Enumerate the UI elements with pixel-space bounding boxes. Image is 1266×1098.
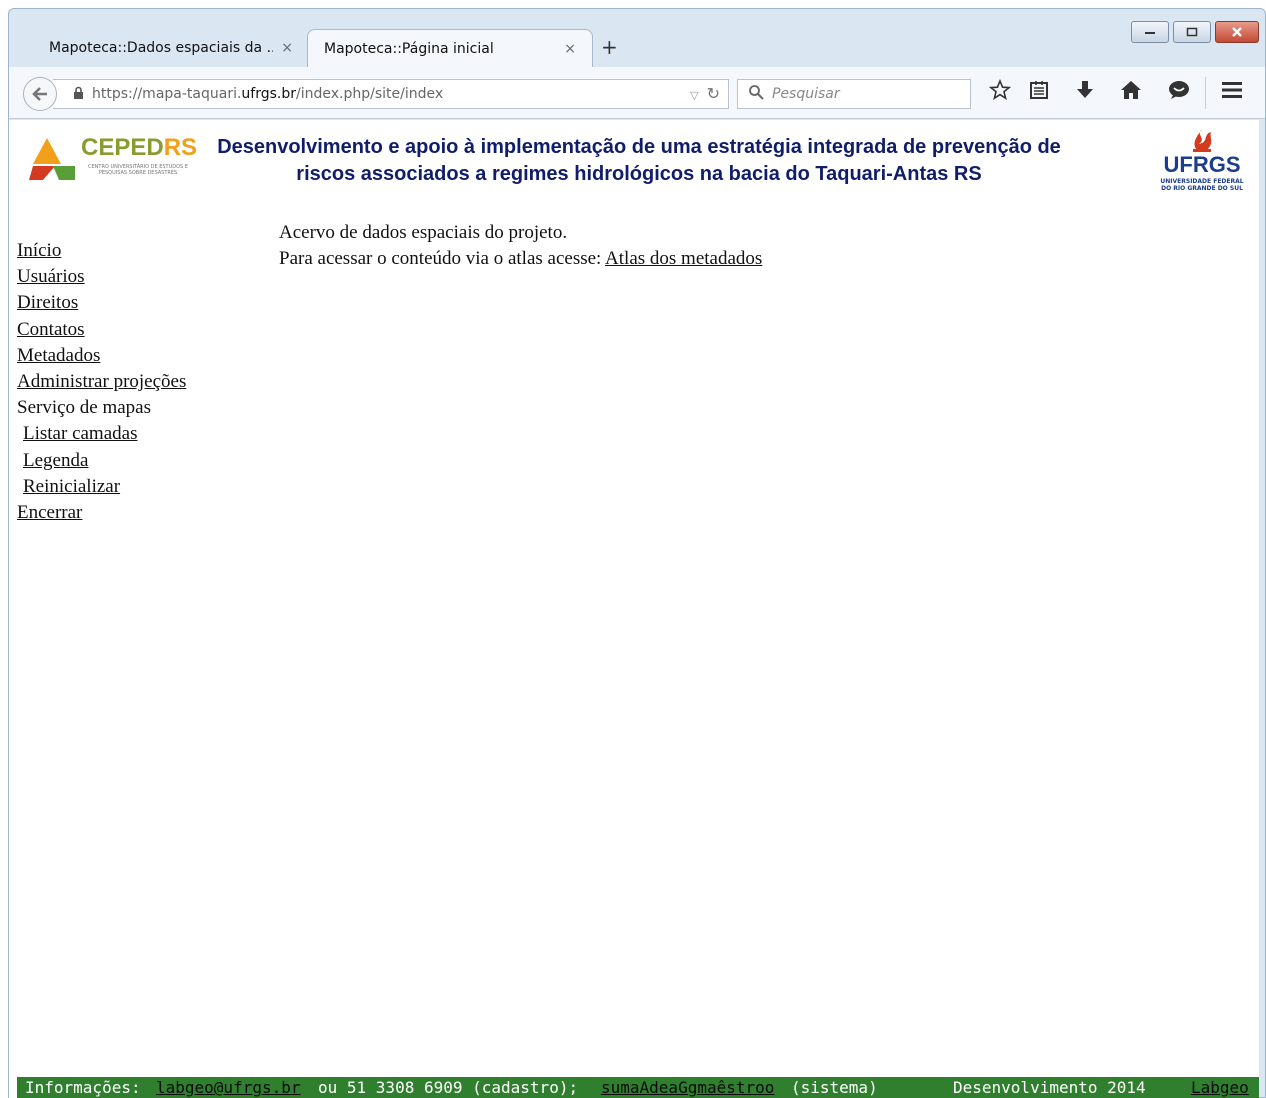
sidebar-heading-servico-de-mapas: Serviço de mapas xyxy=(17,397,152,419)
home-icon[interactable] xyxy=(1120,80,1142,105)
close-window-button[interactable] xyxy=(1215,21,1259,43)
footer-info-label: Informações: xyxy=(25,1078,141,1097)
atlas-link[interactable]: Atlas dos metadados xyxy=(605,248,762,269)
tab-strip: Mapoteca::Dados espaciais da ... × Mapot… xyxy=(9,9,1265,67)
url-host: ufrgs.br xyxy=(241,86,297,102)
flame-icon xyxy=(1193,129,1212,152)
maximize-button[interactable] xyxy=(1173,21,1211,43)
tab-label: Mapoteca::Página inicial xyxy=(324,40,494,57)
close-icon xyxy=(1232,27,1242,37)
footer-phone: ou 51 3308 6909 (cadastro); xyxy=(318,1078,579,1097)
new-tab-button[interactable]: + xyxy=(601,35,618,59)
url-prefix: https://mapa-taquari. xyxy=(92,86,242,102)
page-title: Desenvolvimento e apoio à implementação … xyxy=(189,134,1089,188)
cepedrs-logo: CEPEDRS CENTRO UNIVERSITÁRIO DE ESTUDOS … xyxy=(29,130,197,186)
maximize-icon xyxy=(1186,27,1198,37)
tab-pagina-inicial[interactable]: Mapoteca::Página inicial × xyxy=(307,29,593,67)
search-box[interactable]: Pesquisar xyxy=(737,79,971,109)
sidebar-item-inicio[interactable]: Início xyxy=(17,238,186,264)
close-icon[interactable]: × xyxy=(281,40,293,56)
download-icon[interactable] xyxy=(1075,80,1095,105)
search-icon xyxy=(748,84,764,104)
sidebar-item-direitos[interactable]: Direitos xyxy=(17,290,186,316)
reading-list-icon[interactable] xyxy=(1029,80,1049,105)
footer-sistema: (sistema) xyxy=(791,1078,878,1097)
chat-icon[interactable] xyxy=(1168,80,1190,105)
ufrgs-subtitle: UNIVERSIDADE FEDERAL DO RIO GRANDE DO SU… xyxy=(1160,178,1244,192)
minimize-button[interactable] xyxy=(1131,21,1169,43)
page-content: CEPEDRS CENTRO UNIVERSITÁRIO DE ESTUDOS … xyxy=(9,120,1259,1098)
browser-window: Mapoteca::Dados espaciais da ... × Mapot… xyxy=(8,8,1266,1098)
sidebar-item-encerrar[interactable]: Encerrar xyxy=(17,500,186,526)
intro-text: Acervo de dados espaciais do projeto. xyxy=(279,222,568,243)
footer-email-labgeo[interactable]: labgeo@ufrgs.br xyxy=(156,1078,301,1097)
menu-icon[interactable] xyxy=(1221,81,1243,104)
sidebar-item-legenda[interactable]: Legenda xyxy=(17,448,186,474)
back-button[interactable] xyxy=(23,77,57,111)
lock-icon xyxy=(73,86,84,103)
tab-dados-espaciais[interactable]: Mapoteca::Dados espaciais da ... × xyxy=(19,29,309,67)
title-line-2: riscos associados a regimes hidrológicos… xyxy=(296,163,982,185)
atlas-line: Para acessar o conteúdo via o atlas aces… xyxy=(279,246,762,272)
sidebar-item-reinicializar[interactable]: Reinicializar xyxy=(17,474,186,500)
title-line-1: Desenvolvimento e apoio à implementação … xyxy=(217,136,1061,158)
sidebar-menu: Início Usuários Direitos Contatos Metada… xyxy=(17,238,186,526)
url-bar[interactable]: https://mapa-taquari. ufrgs.br/index.php/… xyxy=(53,79,729,109)
nav-toolbar: https://mapa-taquari. ufrgs.br/index.php/… xyxy=(9,67,1265,119)
cepedrs-subtitle: CENTRO UNIVERSITÁRIO DE ESTUDOS E PESQUI… xyxy=(88,164,188,176)
sidebar-item-metadados[interactable]: Metadados xyxy=(17,343,186,369)
tab-label: Mapoteca::Dados espaciais da ... xyxy=(49,40,274,56)
back-arrow-icon xyxy=(32,87,47,101)
footer-email-sistema[interactable]: sumaAdeaGgmaêstroo xyxy=(601,1078,774,1097)
reload-icon[interactable]: ↻ xyxy=(707,84,720,103)
sidebar-item-contatos[interactable]: Contatos xyxy=(17,317,186,343)
star-icon[interactable] xyxy=(988,78,1012,106)
url-path: /index.php/site/index xyxy=(296,86,444,102)
sidebar-item-listar-camadas[interactable]: Listar camadas xyxy=(17,421,186,447)
main-content: Acervo de dados espaciais do projeto. Pa… xyxy=(279,220,762,272)
dropdown-icon[interactable]: ▽ xyxy=(690,89,698,102)
atlas-prefix: Para acessar o conteúdo via o atlas aces… xyxy=(279,248,606,269)
url-actions: ▽ ↻ xyxy=(690,84,720,103)
search-placeholder: Pesquisar xyxy=(772,86,840,102)
footer-development: Desenvolvimento 2014 xyxy=(953,1078,1146,1097)
toolbar-divider xyxy=(1205,77,1206,109)
close-icon[interactable]: × xyxy=(564,41,576,57)
ufrgs-logo: UFRGS UNIVERSIDADE FEDERAL DO RIO GRANDE… xyxy=(1154,128,1250,194)
cepedrs-wordmark: CEPEDRS xyxy=(81,134,198,161)
cepedrs-logo-mark xyxy=(29,138,75,180)
sidebar-item-administrar-projecoes[interactable]: Administrar projeções xyxy=(17,369,186,395)
minimize-icon xyxy=(1145,32,1155,34)
sidebar-item-usuarios[interactable]: Usuários xyxy=(17,264,186,290)
ufrgs-wordmark: UFRGS xyxy=(1163,152,1241,177)
footer-bar: Informações: labgeo@ufrgs.br ou 51 3308 … xyxy=(17,1077,1259,1098)
footer-labgeo-link[interactable]: Labgeo xyxy=(1191,1078,1249,1097)
